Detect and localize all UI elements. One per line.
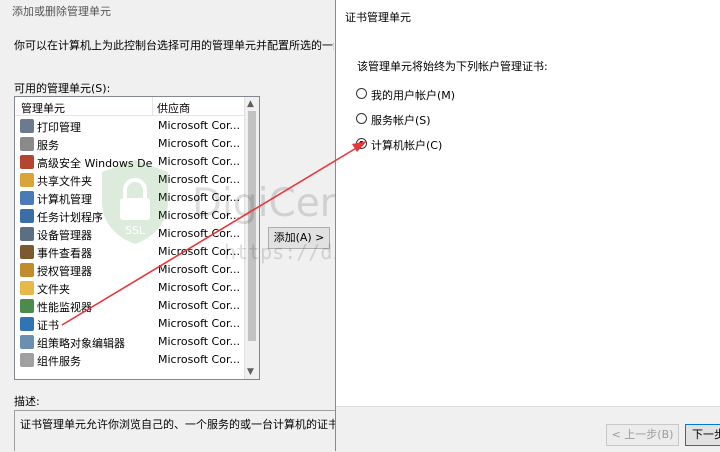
- annotation-arrow: [61, 141, 367, 326]
